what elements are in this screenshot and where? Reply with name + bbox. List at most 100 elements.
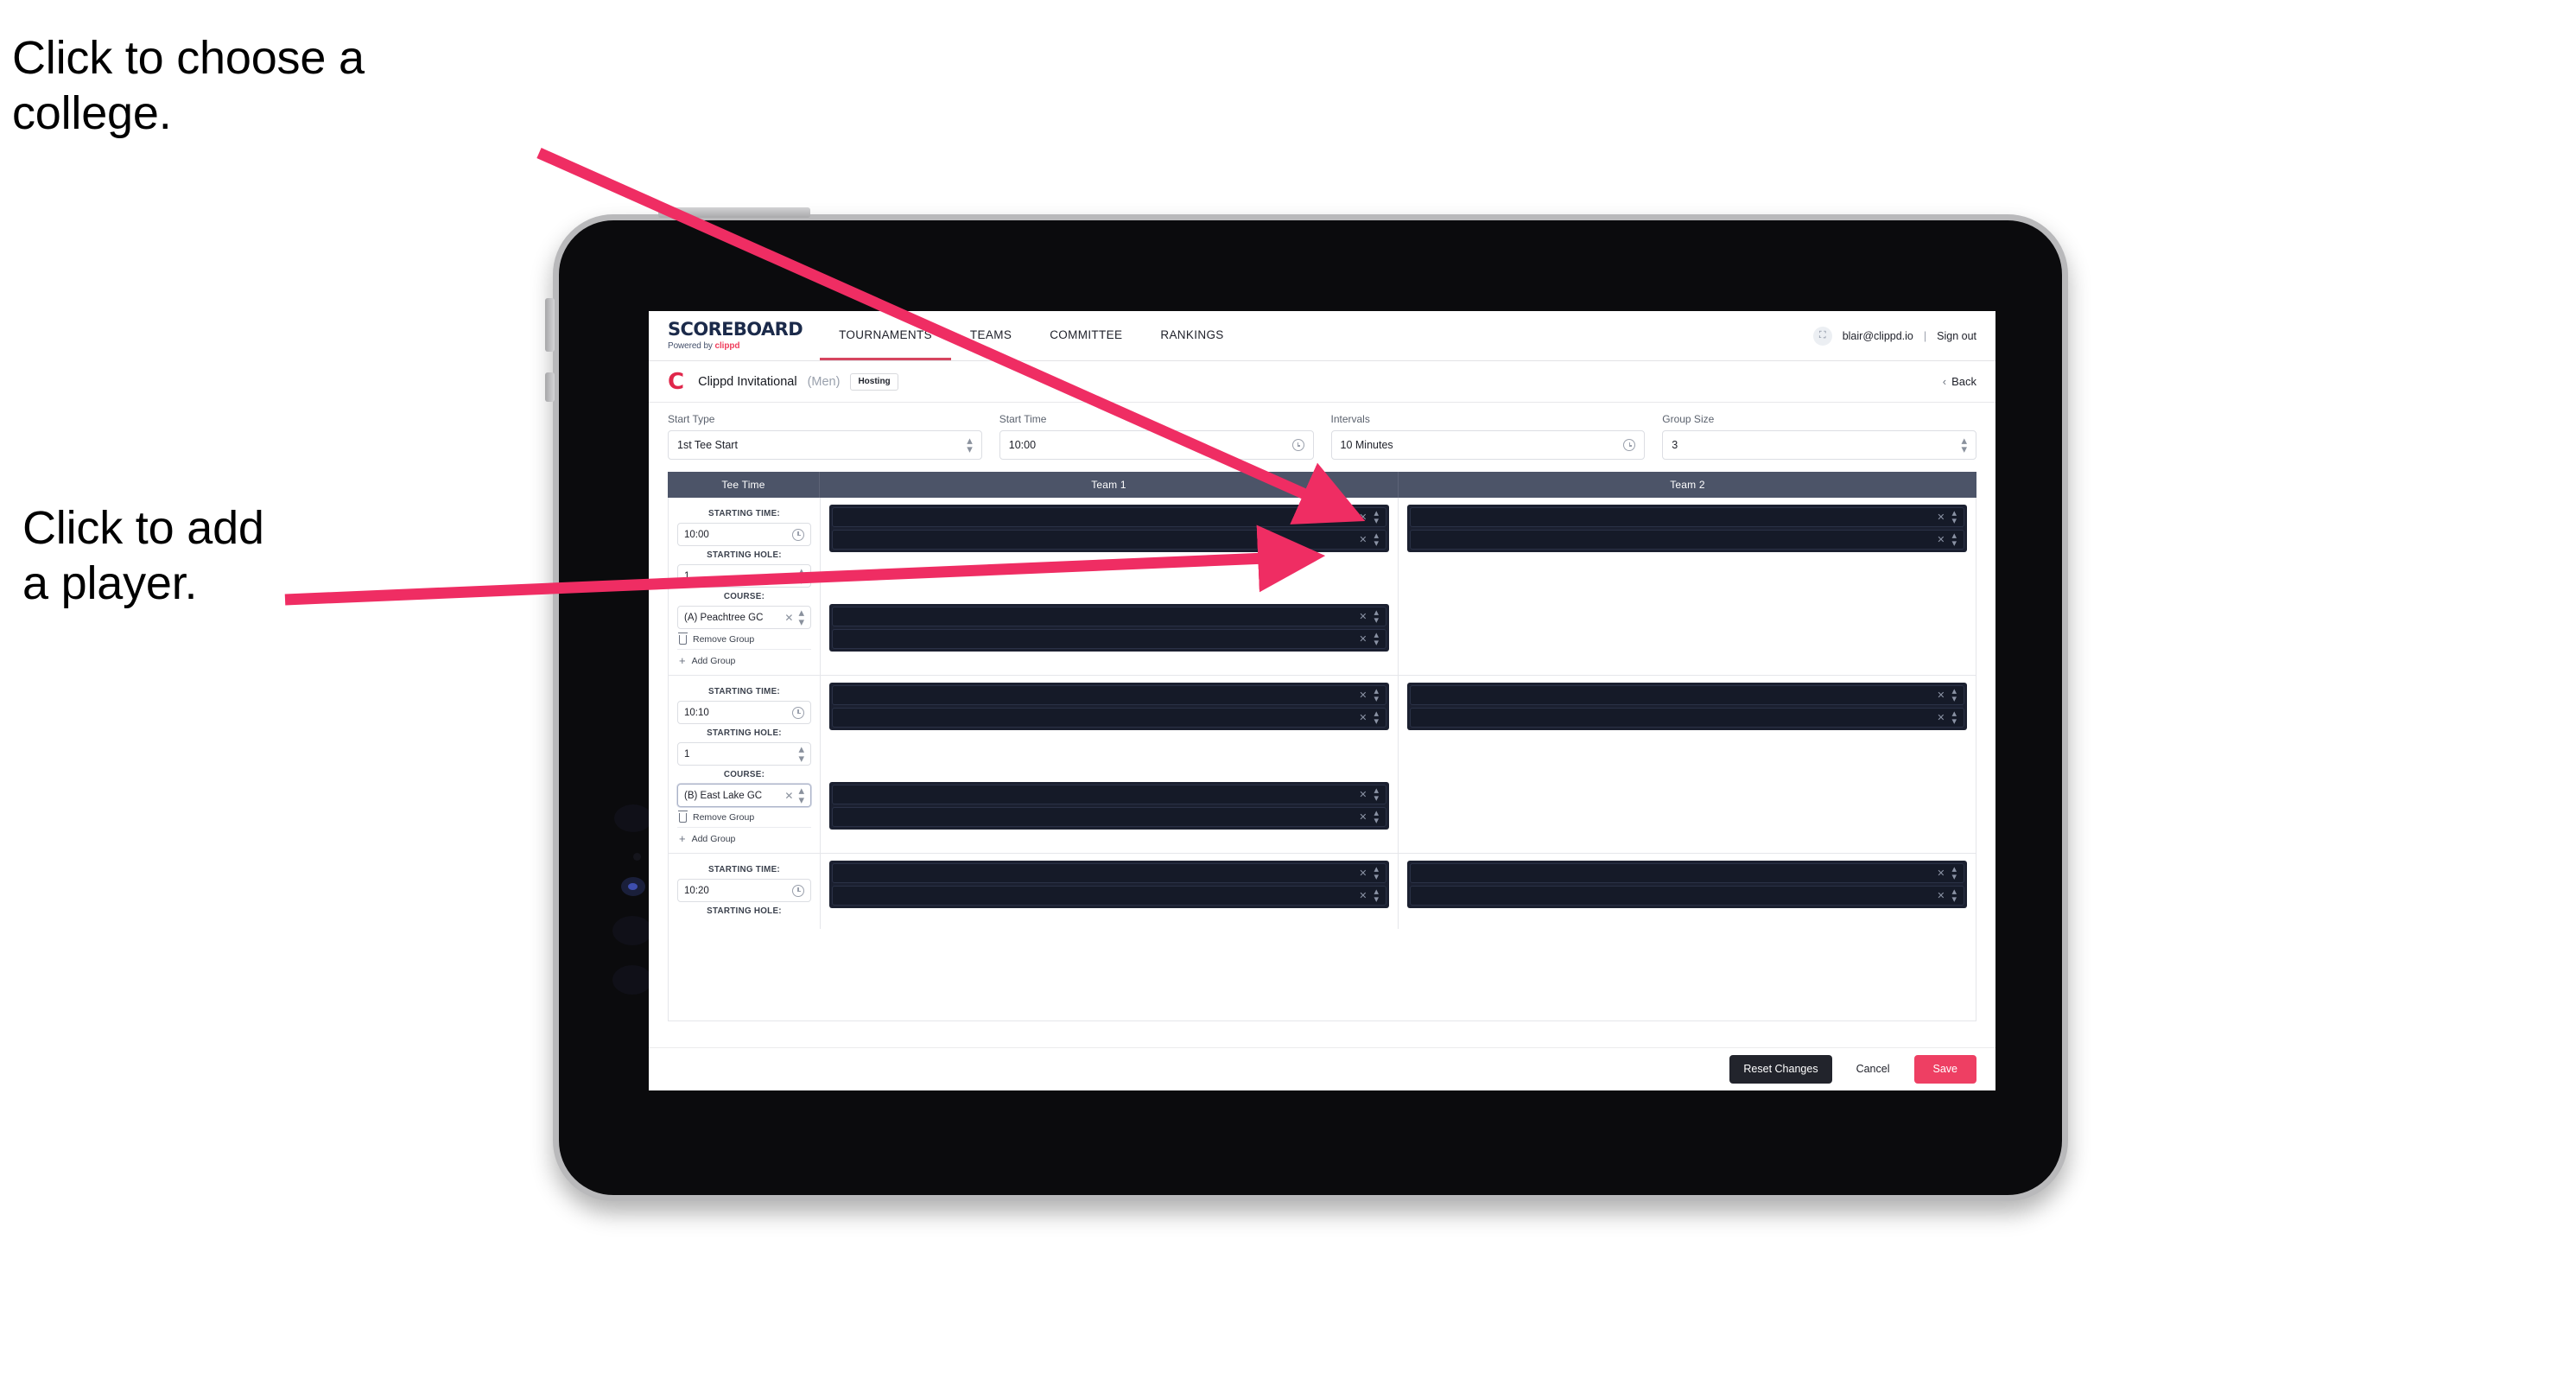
clear-icon[interactable]: ✕	[1359, 534, 1367, 545]
player-slot[interactable]: ✕ ▴ ▾	[1410, 507, 1964, 527]
input-course[interactable]: (A) Peachtree GC ✕ ▴ ▾	[677, 606, 811, 629]
sign-out-link[interactable]: Sign out	[1937, 330, 1976, 342]
player-slot[interactable]: ✕ ▴ ▾	[832, 629, 1386, 649]
clock-icon[interactable]	[792, 706, 804, 719]
input-course[interactable]: (B) East Lake GC ✕ ▴ ▾	[677, 784, 811, 807]
cancel-button[interactable]: Cancel	[1846, 1055, 1900, 1084]
label-starting-hole: STARTING HOLE:	[707, 728, 782, 738]
tab-rankings[interactable]: RANKINGS	[1141, 311, 1242, 360]
input-starting-time[interactable]: 10:10	[677, 701, 811, 724]
column-header-team-2: Team 2	[1670, 479, 1705, 491]
input-starting-time[interactable]: 10:20	[677, 879, 811, 902]
clear-icon[interactable]: ✕	[784, 790, 793, 802]
remove-group-button[interactable]: Remove Group	[677, 807, 811, 823]
clear-icon[interactable]: ✕	[1359, 690, 1367, 701]
brand-logo[interactable]: SCOREBOARD Powered by clippd	[649, 311, 820, 360]
add-group-button[interactable]: + Add Group	[677, 649, 811, 666]
clear-icon[interactable]: ✕	[1359, 633, 1367, 645]
clear-icon[interactable]: ✕	[1359, 868, 1367, 879]
slot-spacer	[829, 552, 1389, 604]
input-start-time[interactable]: 10:00	[999, 430, 1314, 460]
player-slot[interactable]: ✕ ▴ ▾	[832, 807, 1386, 827]
stepper-icon[interactable]: ▴ ▾	[1374, 607, 1379, 625]
tab-committee[interactable]: COMMITTEE	[1031, 311, 1141, 360]
stepper-icon[interactable]: ▴ ▾	[967, 435, 973, 455]
input-starting-hole[interactable]: 1 ▴ ▾	[677, 564, 811, 588]
player-slot[interactable]: ✕ ▴ ▾	[832, 607, 1386, 626]
stepper-icon[interactable]: ▴ ▾	[1374, 709, 1379, 726]
stepper-icon[interactable]: ▴ ▾	[1951, 887, 1957, 904]
tee-sheet-table-body[interactable]: STARTING TIME: 10:00 STARTING HOLE: 1 ▴ ▾ COUR…	[668, 498, 1976, 1021]
clear-icon[interactable]: ✕	[1937, 534, 1945, 545]
input-starting-time[interactable]: 10:00	[677, 523, 811, 546]
stepper-icon[interactable]: ▴ ▾	[798, 785, 804, 805]
stepper-icon[interactable]: ▴ ▾	[1374, 808, 1379, 825]
input-starting-hole[interactable]: 1 ▴ ▾	[677, 742, 811, 766]
stepper-icon[interactable]: ▴ ▾	[1951, 709, 1957, 726]
remove-group-button[interactable]: Remove Group	[677, 629, 811, 645]
clock-icon[interactable]	[1291, 439, 1304, 451]
clear-icon[interactable]: ✕	[1937, 712, 1945, 723]
clear-icon[interactable]: ✕	[1937, 512, 1945, 523]
add-group-button[interactable]: + Add Group	[677, 827, 811, 844]
stepper-icon[interactable]: ▴ ▾	[1374, 508, 1379, 525]
stepper-icon[interactable]: ▴ ▾	[1374, 785, 1379, 803]
clock-icon[interactable]	[792, 884, 804, 897]
reset-changes-button[interactable]: Reset Changes	[1729, 1055, 1832, 1084]
clock-icon[interactable]	[792, 528, 804, 541]
stepper-icon[interactable]: ▴ ▾	[1951, 686, 1957, 703]
player-slot[interactable]: ✕ ▴ ▾	[1410, 863, 1964, 883]
clear-icon[interactable]: ✕	[1359, 512, 1367, 523]
clear-icon[interactable]: ✕	[1937, 868, 1945, 879]
table-row: STARTING TIME: 10:10 STARTING HOLE: 1 ▴ ▾ COUR…	[669, 676, 1976, 854]
stepper-icon[interactable]: ▴ ▾	[798, 565, 804, 586]
clear-icon[interactable]: ✕	[1359, 811, 1367, 823]
player-slot[interactable]: ✕ ▴ ▾	[832, 708, 1386, 728]
player-slot[interactable]: ✕ ▴ ▾	[832, 886, 1386, 906]
stepper-icon[interactable]: ▴ ▾	[1961, 435, 1967, 455]
tournament-subheader: C Clippd Invitational (Men) Hosting ‹ Ba…	[649, 361, 1995, 403]
stepper-icon[interactable]: ▴ ▾	[1374, 864, 1379, 881]
player-slot[interactable]: ✕ ▴ ▾	[832, 507, 1386, 527]
stepper-icon[interactable]: ▴ ▾	[1374, 531, 1379, 548]
clear-icon[interactable]: ✕	[1359, 789, 1367, 800]
player-slot[interactable]: ✕ ▴ ▾	[1410, 886, 1964, 906]
stepper-icon[interactable]: ▴ ▾	[1374, 630, 1379, 647]
player-slot-group: ✕ ▴ ▾ ✕ ▴ ▾	[829, 683, 1389, 730]
stepper-icon[interactable]: ▴ ▾	[1951, 508, 1957, 525]
label-starting-time: STARTING TIME:	[708, 865, 780, 874]
remove-group-label: Remove Group	[693, 812, 755, 823]
stepper-icon[interactable]: ▴ ▾	[798, 743, 804, 764]
stepper-icon[interactable]: ▴ ▾	[1951, 531, 1957, 548]
column-header-tee-time: Tee Time	[668, 472, 820, 498]
clear-icon[interactable]: ✕	[1359, 611, 1367, 622]
tournament-gender: (Men)	[807, 374, 841, 389]
tab-teams[interactable]: TEAMS	[951, 311, 1031, 360]
player-slot[interactable]: ✕ ▴ ▾	[832, 530, 1386, 550]
tee-sheet-table-header: Tee Time Team 1 Team 2	[668, 472, 1976, 498]
clear-icon[interactable]: ✕	[1937, 690, 1945, 701]
player-slot[interactable]: ✕ ▴ ▾	[1410, 708, 1964, 728]
stepper-icon[interactable]: ▴ ▾	[1374, 887, 1379, 904]
tab-tournaments[interactable]: TOURNAMENTS	[820, 311, 951, 360]
player-slot[interactable]: ✕ ▴ ▾	[832, 785, 1386, 804]
stepper-icon[interactable]: ▴ ▾	[798, 607, 804, 627]
clear-icon[interactable]: ✕	[1937, 890, 1945, 901]
input-group-size[interactable]: 3 ▴ ▾	[1662, 430, 1976, 460]
stepper-icon[interactable]: ▴ ▾	[1374, 686, 1379, 703]
stepper-icon[interactable]: ▴ ▾	[1951, 864, 1957, 881]
player-slot[interactable]: ✕ ▴ ▾	[1410, 530, 1964, 550]
clear-icon[interactable]: ✕	[1359, 712, 1367, 723]
clear-icon[interactable]: ✕	[784, 612, 793, 624]
back-button[interactable]: ‹ Back	[1943, 375, 1976, 388]
avatar[interactable]: ⛶	[1812, 326, 1832, 346]
input-intervals[interactable]: 10 Minutes	[1330, 430, 1646, 460]
player-slot-group: ✕ ▴ ▾ ✕ ▴ ▾	[829, 604, 1389, 652]
player-slot[interactable]: ✕ ▴ ▾	[1410, 685, 1964, 705]
clear-icon[interactable]: ✕	[1359, 890, 1367, 901]
clock-icon[interactable]	[1623, 439, 1636, 451]
player-slot[interactable]: ✕ ▴ ▾	[832, 863, 1386, 883]
player-slot[interactable]: ✕ ▴ ▾	[832, 685, 1386, 705]
save-button[interactable]: Save	[1913, 1055, 1976, 1084]
input-start-type[interactable]: 1st Tee Start ▴ ▾	[668, 430, 982, 460]
